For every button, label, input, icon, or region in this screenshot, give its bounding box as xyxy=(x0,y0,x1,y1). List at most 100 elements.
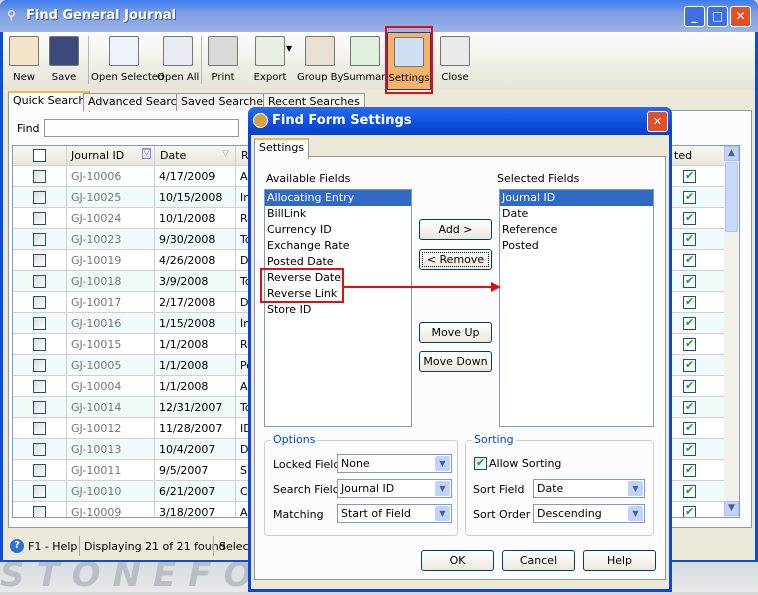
select-all-checkbox[interactable] xyxy=(33,149,46,162)
posted-checkbox[interactable] xyxy=(683,190,696,204)
posted-checkbox[interactable] xyxy=(683,358,696,372)
close-button[interactable]: Close xyxy=(435,32,475,90)
locked-field-select[interactable]: None ▼ xyxy=(337,454,452,473)
list-item[interactable]: Posted xyxy=(500,238,653,254)
date-cell: 9/5/2007 xyxy=(155,460,236,481)
posted-checkbox[interactable] xyxy=(683,211,696,225)
posted-checkbox[interactable] xyxy=(683,505,696,517)
row-checkbox[interactable] xyxy=(33,422,46,435)
row-checkbox[interactable] xyxy=(33,170,46,183)
move-up-button[interactable]: Move Up xyxy=(419,322,492,343)
list-item[interactable]: Store ID xyxy=(265,302,411,318)
column-header-posted[interactable]: ted xyxy=(669,146,725,166)
posted-cell xyxy=(669,397,725,418)
posted-cell xyxy=(669,502,725,517)
row-select-cell xyxy=(13,313,67,334)
row-checkbox[interactable] xyxy=(33,338,46,351)
column-header-journal-id[interactable]: Journal ID ▽ xyxy=(67,146,155,166)
list-item[interactable]: Reference xyxy=(500,222,653,238)
row-checkbox[interactable] xyxy=(33,359,46,372)
row-checkbox[interactable] xyxy=(33,380,46,393)
save-button[interactable]: Save xyxy=(45,32,83,90)
posted-checkbox[interactable] xyxy=(683,484,696,498)
row-checkbox[interactable] xyxy=(33,317,46,330)
list-item[interactable]: Currency ID xyxy=(265,222,411,238)
sort-order-select[interactable]: Descending ▼ xyxy=(533,504,645,523)
posted-checkbox[interactable] xyxy=(683,463,696,477)
row-checkbox[interactable] xyxy=(33,464,46,477)
tab-settings[interactable]: Settings xyxy=(254,138,310,159)
allow-sorting-checkbox[interactable] xyxy=(474,456,487,470)
posted-checkbox[interactable] xyxy=(683,232,696,246)
posted-checkbox[interactable] xyxy=(683,442,696,456)
group-by-label: Group By xyxy=(297,72,344,83)
new-button[interactable]: New xyxy=(5,32,43,90)
remove-button[interactable]: < Remove xyxy=(419,249,492,270)
row-checkbox[interactable] xyxy=(33,212,46,225)
posted-checkbox[interactable] xyxy=(683,400,696,414)
cancel-button[interactable]: Cancel xyxy=(502,550,575,571)
row-checkbox[interactable] xyxy=(33,443,46,456)
row-checkbox[interactable] xyxy=(33,296,46,309)
posted-checkbox[interactable] xyxy=(683,253,696,267)
find-input[interactable] xyxy=(44,119,239,137)
posted-cell xyxy=(669,271,725,292)
posted-checkbox[interactable] xyxy=(683,295,696,309)
chevron-down-icon: ▼ xyxy=(628,506,643,521)
close-window-button[interactable]: ✕ xyxy=(730,6,751,27)
column-header-date[interactable]: Date ▽ xyxy=(155,146,236,166)
tab-quick-search[interactable]: Quick Search xyxy=(8,91,91,112)
list-item[interactable]: BillLink xyxy=(265,206,411,222)
row-select-cell xyxy=(13,166,67,187)
dialog-close-button[interactable]: ✕ xyxy=(647,111,668,132)
date-cell: 1/1/2008 xyxy=(155,376,236,397)
print-button[interactable]: Print xyxy=(204,32,242,90)
add-button[interactable]: Add > xyxy=(419,219,492,240)
row-checkbox[interactable] xyxy=(33,191,46,204)
posted-checkbox[interactable] xyxy=(683,337,696,351)
move-down-button[interactable]: Move Down xyxy=(419,351,492,372)
scroll-thumb[interactable] xyxy=(725,162,738,232)
row-checkbox[interactable] xyxy=(33,485,46,498)
summary-button[interactable]: Summary xyxy=(343,32,391,90)
posted-checkbox[interactable] xyxy=(683,169,696,183)
row-checkbox[interactable] xyxy=(33,233,46,246)
posted-checkbox[interactable] xyxy=(683,274,696,288)
open-all-button[interactable]: Open All xyxy=(157,32,199,90)
scroll-down-button[interactable]: ▼ xyxy=(724,501,739,516)
posted-checkbox[interactable] xyxy=(683,379,696,393)
grid-vertical-scrollbar[interactable]: ▲ ▼ xyxy=(724,146,739,517)
tab-advanced-search[interactable]: Advanced Search xyxy=(83,93,189,111)
search-field-select[interactable]: Journal ID ▼ xyxy=(337,479,452,498)
selected-fields-list[interactable]: Journal ID Date Reference Posted xyxy=(499,189,654,427)
help-button[interactable]: Help xyxy=(583,550,656,571)
posted-checkbox[interactable] xyxy=(683,316,696,330)
date-header-label: Date xyxy=(160,149,187,162)
group-by-button[interactable]: Group By xyxy=(297,32,343,90)
export-dropdown-arrow[interactable]: ▼ xyxy=(286,44,292,53)
row-checkbox[interactable] xyxy=(33,506,46,517)
maximize-button[interactable]: □ xyxy=(707,6,728,27)
list-item[interactable]: Date xyxy=(500,206,653,222)
filter-icon[interactable]: ▽ xyxy=(142,148,151,159)
journal-id-cell: GJ-10016 xyxy=(67,313,155,334)
available-fields-list[interactable]: Allocating Entry BillLink Currency ID Excha… xyxy=(264,189,412,427)
row-checkbox[interactable] xyxy=(33,275,46,288)
posted-checkbox[interactable] xyxy=(683,421,696,435)
help-icon: ? xyxy=(10,539,24,553)
row-checkbox[interactable] xyxy=(33,401,46,414)
date-cell: 2/17/2008 xyxy=(155,292,236,313)
posted-cell xyxy=(669,460,725,481)
list-item[interactable]: Journal ID xyxy=(500,190,653,206)
scroll-up-button[interactable]: ▲ xyxy=(724,146,739,161)
open-selected-button[interactable]: Open Selected xyxy=(91,32,164,90)
matching-select[interactable]: Start of Field ▼ xyxy=(337,504,452,523)
list-item[interactable]: Allocating Entry xyxy=(265,190,411,206)
minimize-button[interactable]: _ xyxy=(684,6,705,27)
sort-field-select[interactable]: Date ▼ xyxy=(533,479,645,498)
export-button[interactable]: Export xyxy=(245,32,295,90)
list-item[interactable]: Exchange Rate xyxy=(265,238,411,254)
row-checkbox[interactable] xyxy=(33,254,46,267)
ok-button[interactable]: OK xyxy=(421,550,494,571)
allow-sorting-label: Allow Sorting xyxy=(489,457,562,470)
